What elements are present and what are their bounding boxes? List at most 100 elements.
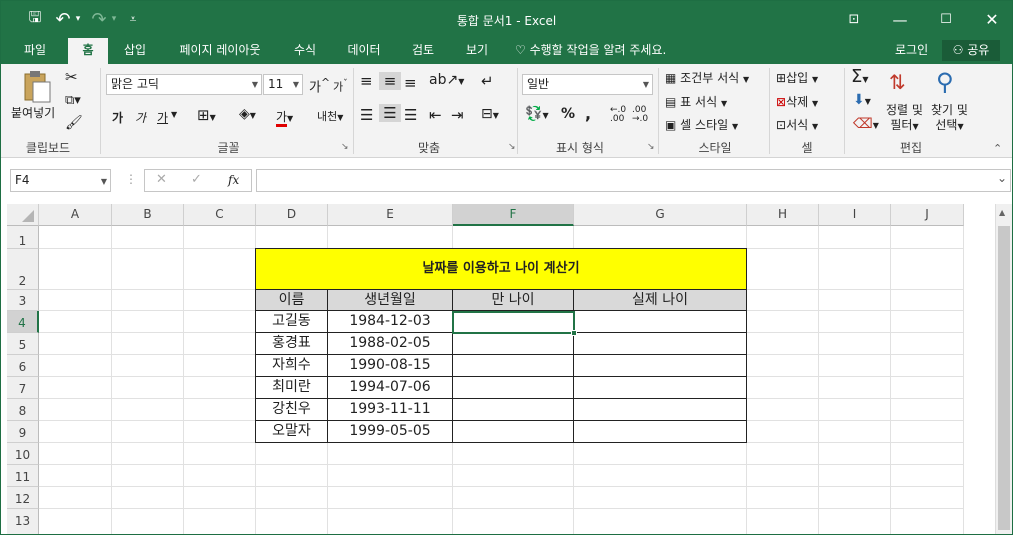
cell-birthdate[interactable]: 1993-11-11	[327, 398, 453, 421]
cut-icon[interactable]: ✂	[65, 68, 78, 86]
row-header-10[interactable]: 10	[7, 443, 39, 465]
dialog-launcher-icon[interactable]: ↘	[647, 142, 655, 152]
tab-formulas[interactable]: 수식	[283, 38, 327, 64]
name-box[interactable]: F4 ▼	[10, 169, 111, 192]
enter-icon[interactable]: ✓	[191, 172, 202, 187]
row-header-3[interactable]: 3	[7, 290, 39, 311]
format-as-table-button[interactable]: ▤ 표 서식 ▼	[665, 93, 727, 110]
collapse-ribbon-icon[interactable]: ⌃	[993, 142, 1002, 155]
fill-handle[interactable]	[571, 330, 577, 336]
row-header-13[interactable]: 13	[7, 509, 39, 534]
expand-formula-icon[interactable]: ⌄	[997, 171, 1007, 185]
minimize-button[interactable]: —	[877, 1, 923, 38]
cell-birthdate[interactable]: 1990-08-15	[327, 354, 453, 377]
accounting-format-icon[interactable]: 💱▼	[525, 106, 549, 122]
cell-name[interactable]: 고길동	[255, 310, 328, 333]
italic-button[interactable]: 가	[135, 109, 146, 126]
header-cell-birthdate[interactable]: 생년월일	[327, 289, 453, 311]
find-select-icon[interactable]: ⚲	[936, 68, 954, 96]
close-button[interactable]: ✕	[969, 1, 1012, 38]
col-header-e[interactable]: E	[328, 204, 453, 226]
borders-icon[interactable]: ⊞▼	[197, 106, 216, 124]
col-header-f[interactable]: F	[453, 204, 574, 226]
vertical-scrollbar[interactable]: ▲	[995, 204, 1012, 534]
ribbon-display-options-icon[interactable]: ⊡	[831, 1, 877, 38]
cell-actual-age[interactable]	[573, 310, 747, 333]
row-header-5[interactable]: 5	[7, 333, 39, 355]
insert-cells-button[interactable]: ⊞삽입 ▼	[776, 69, 818, 86]
align-middle-icon[interactable]: ≡	[379, 72, 401, 90]
paste-icon[interactable]	[19, 68, 53, 104]
cell-birthdate[interactable]: 1999-05-05	[327, 420, 453, 443]
tab-page-layout[interactable]: 페이지 레이아웃	[167, 38, 273, 64]
autosum-button[interactable]: Σ▼	[851, 66, 869, 87]
comma-style-button[interactable]: ,	[585, 104, 591, 123]
fill-color-icon[interactable]: ◈▼	[239, 106, 256, 122]
align-top-icon[interactable]: ≡	[360, 72, 373, 90]
col-header-d[interactable]: D	[256, 204, 328, 226]
phonetic-guide-button[interactable]: 내천▼	[317, 108, 343, 124]
cell-full-age[interactable]	[452, 332, 574, 355]
cell-name[interactable]: 자희수	[255, 354, 328, 377]
insert-function-icon[interactable]: fx	[228, 173, 239, 187]
grow-font-button[interactable]: 가^	[309, 76, 330, 95]
find-select-button[interactable]: 찾기 및 선택▼	[931, 103, 968, 134]
tab-insert[interactable]: 삽입	[113, 38, 157, 64]
cell-name[interactable]: 홍경표	[255, 332, 328, 355]
maximize-button[interactable]: ☐	[923, 1, 969, 38]
scroll-up-icon[interactable]: ▲	[999, 208, 1005, 217]
copy-icon[interactable]: ⧉▾	[65, 93, 81, 108]
cell-birthdate[interactable]: 1988-02-05	[327, 332, 453, 355]
cell-name[interactable]: 최미란	[255, 376, 328, 399]
cancel-icon[interactable]: ✕	[156, 172, 167, 187]
cell-actual-age[interactable]	[573, 420, 747, 443]
align-bottom-icon[interactable]: ≡	[404, 74, 417, 92]
format-painter-icon[interactable]: 🖌	[65, 115, 83, 131]
wrap-text-icon[interactable]: ↵	[481, 72, 494, 90]
header-cell-name[interactable]: 이름	[255, 289, 328, 311]
format-cells-button[interactable]: ⊡서식 ▼	[776, 116, 818, 133]
bold-button[interactable]: 가	[112, 109, 123, 126]
formula-input[interactable]: ⌄	[256, 169, 1011, 192]
underline-button[interactable]: 가	[157, 109, 168, 126]
shrink-font-button[interactable]: 가ˇ	[333, 78, 348, 95]
tab-file[interactable]: 파일	[11, 38, 59, 64]
font-size-select[interactable]: 11 ▼	[263, 74, 303, 95]
cell-full-age[interactable]	[452, 420, 574, 443]
dialog-launcher-icon[interactable]: ↘	[341, 142, 349, 152]
col-header-g[interactable]: G	[574, 204, 747, 226]
align-center-icon[interactable]: ☰	[379, 104, 401, 122]
merge-center-icon[interactable]: ⊟▼	[481, 106, 499, 122]
col-header-a[interactable]: A	[39, 204, 112, 226]
row-header-9[interactable]: 9	[7, 421, 39, 443]
cell-birthdate[interactable]: 1994-07-06	[327, 376, 453, 399]
sort-filter-button[interactable]: 정렬 및 필터▼	[886, 103, 923, 134]
chevron-down-icon[interactable]: ▼	[171, 110, 177, 119]
cell-name[interactable]: 오말자	[255, 420, 328, 443]
row-header-4[interactable]: 4	[7, 311, 39, 333]
active-cell-outline[interactable]	[452, 311, 575, 334]
cell-actual-age[interactable]	[573, 398, 747, 421]
cell-birthdate[interactable]: 1984-12-03	[327, 310, 453, 333]
align-left-icon[interactable]: ☰	[360, 106, 373, 124]
row-header-1[interactable]: 1	[7, 226, 39, 249]
delete-cells-button[interactable]: ⊠삭제 ▼	[776, 93, 818, 110]
font-name-select[interactable]: 맑은 고딕 ▼	[106, 74, 262, 95]
dialog-launcher-icon[interactable]: ↘	[508, 142, 516, 152]
col-header-i[interactable]: I	[819, 204, 891, 226]
col-header-j[interactable]: J	[891, 204, 964, 226]
login-link[interactable]: 로그인	[895, 38, 928, 64]
tab-home[interactable]: 홈	[68, 38, 108, 64]
conditional-formatting-button[interactable]: ▦ 조건부 서식 ▼	[665, 69, 749, 86]
cell-full-age[interactable]	[452, 398, 574, 421]
col-header-b[interactable]: B	[112, 204, 184, 226]
col-header-c[interactable]: C	[184, 204, 256, 226]
col-header-h[interactable]: H	[747, 204, 819, 226]
tell-me-box[interactable]: ♡ 수행할 작업을 알려 주세요.	[515, 38, 666, 64]
cell-actual-age[interactable]	[573, 332, 747, 355]
increase-decimal-icon[interactable]: ←.0.00	[610, 106, 626, 124]
row-header-2[interactable]: 2	[7, 249, 39, 290]
scrollbar-thumb[interactable]	[998, 226, 1010, 530]
sort-filter-icon[interactable]: ⇅	[889, 70, 906, 94]
align-right-icon[interactable]: ☰	[404, 106, 417, 124]
